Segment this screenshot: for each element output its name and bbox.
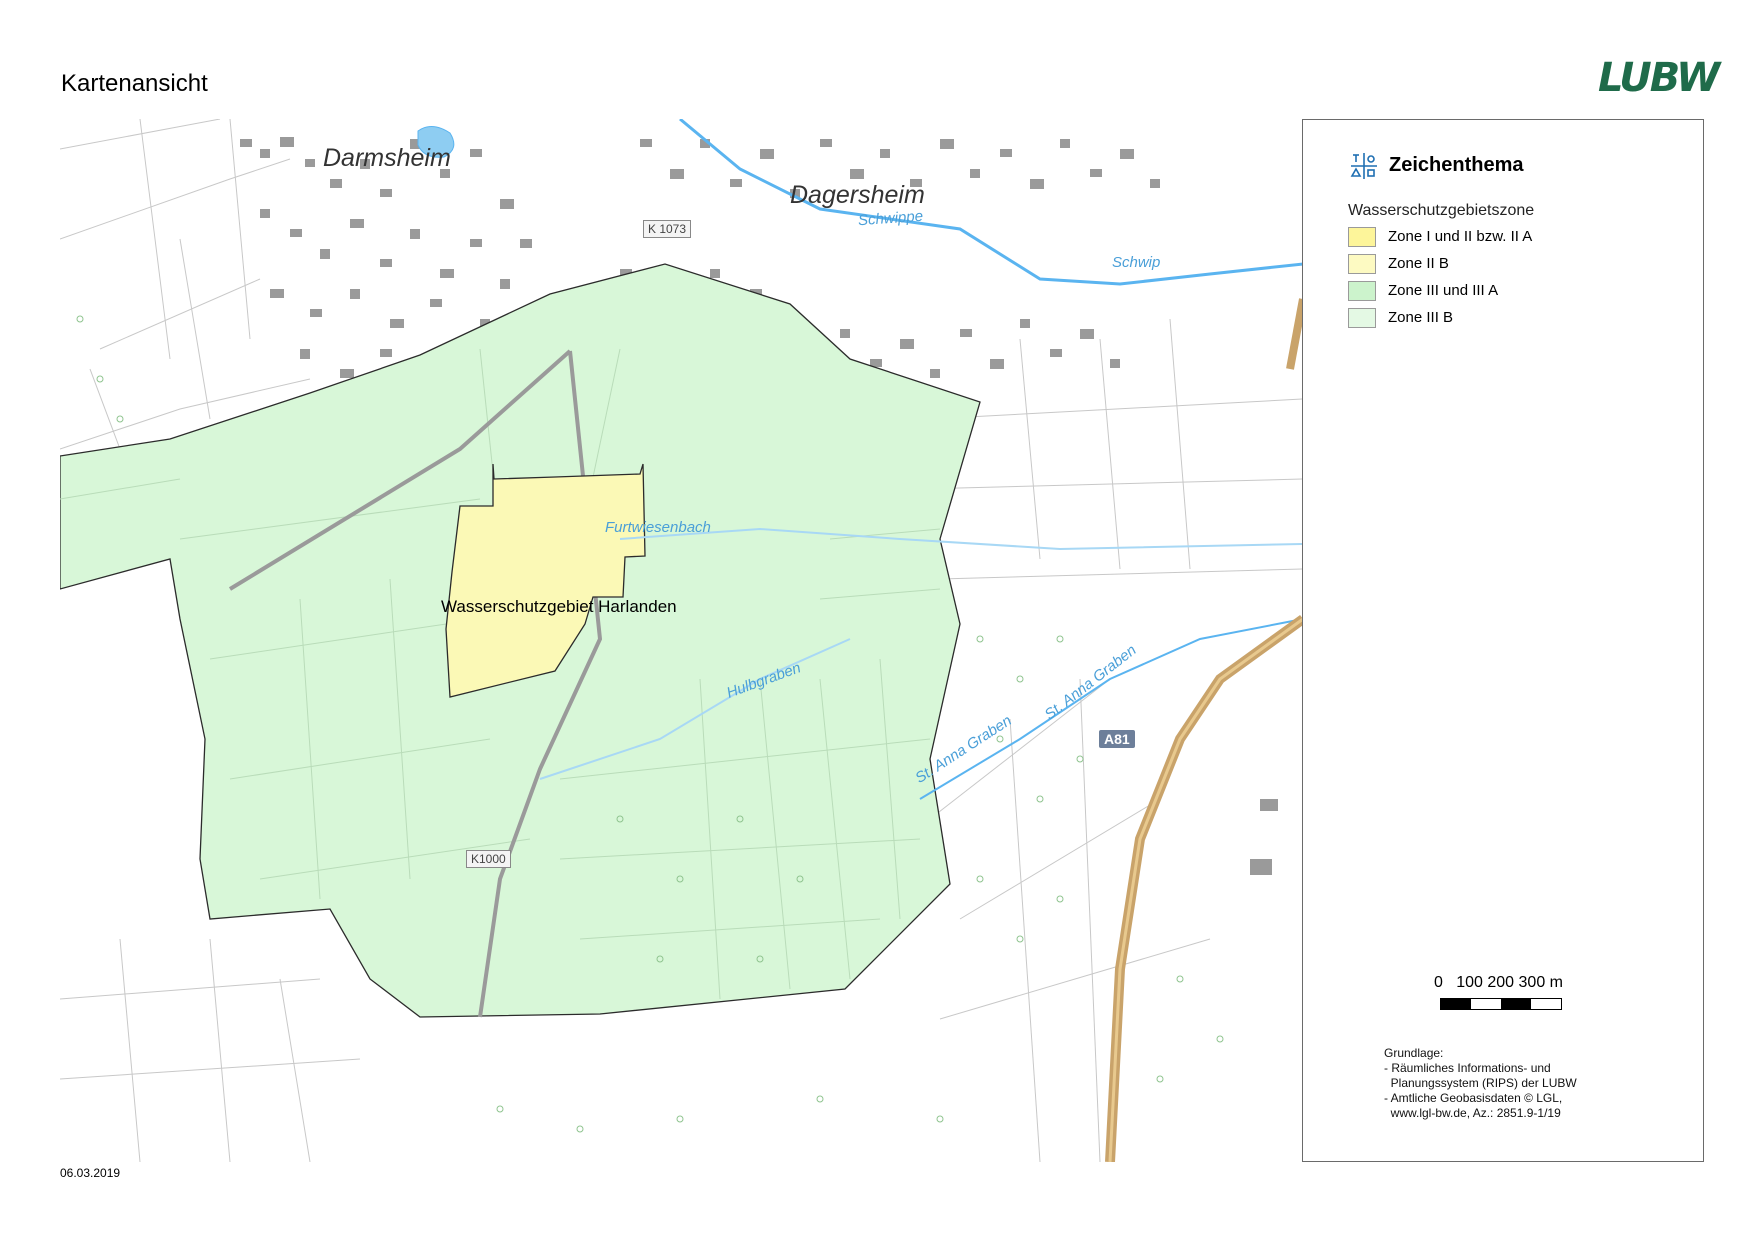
- drawing-theme-icon: [1350, 153, 1377, 179]
- lubw-logo-text: LUBW: [1598, 55, 1720, 101]
- source-note: Grundlage: - Räumliches Informations- un…: [1384, 1046, 1577, 1121]
- legend-item-zone-iii-b: Zone III B: [1348, 308, 1648, 330]
- legend-label: Zone II B: [1388, 255, 1449, 272]
- place-label-dagersheim: Dagersheim: [790, 181, 925, 209]
- legend-item-zone-iii: Zone III und III A: [1348, 281, 1648, 303]
- lubw-logo: LUBW: [1598, 55, 1720, 101]
- source-line: - Räumliches Informations- und: [1384, 1061, 1551, 1075]
- page-title: Kartenansicht: [61, 70, 208, 97]
- legend-item-zone-ii-b: Zone II B: [1348, 254, 1648, 276]
- highway-label-a81: A81: [1099, 730, 1135, 748]
- place-label-darmsheim: Darmsheim: [323, 144, 451, 172]
- water-label-schwip: Schwip: [1112, 254, 1161, 271]
- source-line: - Amtliche Geobasisdaten © LGL,: [1384, 1091, 1563, 1105]
- highway-a81-north: [1286, 298, 1302, 370]
- legend-label: Zone III B: [1388, 309, 1454, 326]
- legend-swatch: [1348, 254, 1376, 274]
- legend-swatch: [1348, 227, 1376, 247]
- source-line: Planungssystem (RIPS) der LUBW: [1384, 1076, 1577, 1090]
- scale-labels: 0 100 200 300 m: [1434, 974, 1563, 991]
- legend-item-zone-i-ii: Zone I und II bzw. II A: [1348, 227, 1648, 249]
- legend-label: Zone III und III A: [1388, 282, 1499, 299]
- map-canvas: [60, 119, 1302, 1162]
- scale-bar: [1440, 998, 1562, 1010]
- source-line: www.lgl-bw.de, Az.: 2851.9-1/19: [1384, 1106, 1561, 1120]
- water-label-furtwiesenbach: Furtwiesenbach: [605, 519, 711, 536]
- protected-area-label: Wasserschutzgebiet Harlanden: [441, 597, 677, 616]
- legend-swatch: [1348, 281, 1376, 301]
- map-view[interactable]: Darmsheim Dagersheim K 1073 K1000 A81 Sc…: [60, 119, 1303, 1162]
- river-st-anna: [919, 618, 1302, 800]
- road-label-k1073: K 1073: [643, 220, 692, 238]
- legend-subtitle: Wasserschutzgebietszone: [1348, 202, 1535, 219]
- legend-swatch: [1348, 308, 1376, 328]
- road-label-k1000: K1000: [466, 850, 511, 868]
- legend-title: Zeichenthema: [1389, 154, 1524, 176]
- legend-label: Zone I und II bzw. II A: [1388, 228, 1533, 245]
- river-schwippe: [679, 119, 1302, 286]
- print-date: 06.03.2019: [60, 1166, 121, 1180]
- source-heading: Grundlage:: [1384, 1046, 1444, 1060]
